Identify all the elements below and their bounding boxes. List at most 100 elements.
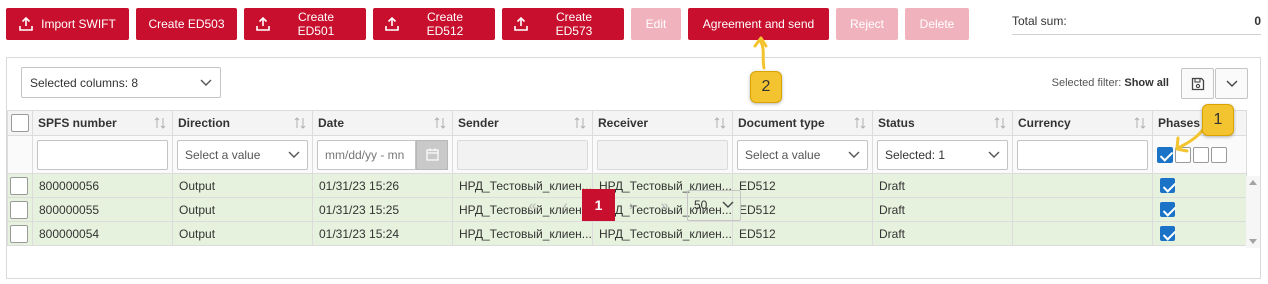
create-ed573-button[interactable]: Create ED573 <box>502 8 624 40</box>
import-swift-label: Import SWIFT <box>41 17 116 31</box>
page-button-current[interactable]: 1 <box>582 189 615 221</box>
last-page-button[interactable]: » <box>648 189 681 221</box>
next-page-button[interactable]: › <box>615 189 648 221</box>
chevron-down-icon <box>200 79 212 86</box>
cell-status: Draft <box>872 173 1013 198</box>
upload-icon <box>19 17 33 31</box>
phase-filter-checkbox-4[interactable] <box>1211 146 1227 163</box>
header-label: Sender <box>458 116 499 130</box>
cell-spfs: 800000055 <box>32 197 173 222</box>
cell-date: 01/31/23 15:26 <box>312 173 453 198</box>
chevron-down-icon <box>288 151 300 158</box>
filter-cell-doctype: Select a value <box>732 135 873 174</box>
status-filter-value: Selected: 1 <box>885 147 946 162</box>
chevron-down-icon <box>848 151 860 158</box>
upload-icon <box>385 17 399 31</box>
header-label: Direction <box>178 116 231 130</box>
cell-currency <box>1012 221 1153 246</box>
date-filter-input[interactable]: mm/dd/yy - mn <box>317 139 416 170</box>
header-label: Status <box>878 116 915 130</box>
edit-button[interactable]: Edit <box>631 8 681 40</box>
reject-button[interactable]: Reject <box>836 8 898 40</box>
sort-icon <box>434 117 446 129</box>
scroll-down-icon[interactable] <box>1249 239 1257 244</box>
date-filter: mm/dd/yy - mn <box>317 139 448 170</box>
filter-cell-status: Selected: 1 <box>872 135 1013 174</box>
delete-label: Delete <box>919 17 955 31</box>
sort-icon <box>714 117 726 129</box>
cell-spfs: 800000056 <box>32 173 173 198</box>
annotation-marker-2: 2 <box>750 71 782 103</box>
first-page-button[interactable]: « <box>516 189 549 221</box>
selected-filter: Selected filter: Show all <box>1052 77 1169 89</box>
cell-currency <box>1012 173 1153 198</box>
create-ed512-button[interactable]: Create ED512 <box>373 8 495 40</box>
header-label: Document type <box>738 116 825 130</box>
sender-filter-input[interactable] <box>457 139 588 170</box>
sort-icon <box>994 117 1006 129</box>
calendar-button[interactable] <box>416 139 448 170</box>
header-label: SPFS number <box>38 116 117 130</box>
row-checkbox[interactable] <box>10 176 28 195</box>
header-receiver[interactable]: Receiver <box>592 110 733 136</box>
filter-cell-empty <box>7 135 33 174</box>
header-date[interactable]: Date <box>312 110 453 136</box>
phase-checkbox[interactable] <box>1160 178 1175 194</box>
header-currency[interactable]: Currency <box>1012 110 1153 136</box>
cell-phases <box>1152 173 1247 198</box>
row-checkbox[interactable] <box>10 224 28 243</box>
header-spfs-number[interactable]: SPFS number <box>32 110 173 136</box>
sort-icon <box>574 117 586 129</box>
cell-phases <box>1152 221 1247 246</box>
chevron-down-icon <box>988 151 1000 158</box>
header-direction[interactable]: Direction <box>172 110 313 136</box>
sort-icon <box>854 117 866 129</box>
create-ed503-label: Create ED503 <box>148 17 225 31</box>
header-sender[interactable]: Sender <box>452 110 593 136</box>
status-filter-select[interactable]: Selected: 1 <box>877 139 1008 170</box>
create-ed501-label: Create ED501 <box>297 10 335 38</box>
vertical-scrollbar[interactable] <box>1246 176 1260 248</box>
save-filter-button[interactable] <box>1181 68 1214 99</box>
annotation-marker-1: 1 <box>1202 104 1234 136</box>
cell-direction: Output <box>172 221 313 246</box>
documents-table: SPFS number Direction Date Sender Receiv… <box>7 110 1247 246</box>
row-select-cell <box>7 221 33 246</box>
phase-checkbox[interactable] <box>1160 226 1175 242</box>
phase-filter-checkbox-1[interactable] <box>1157 146 1173 163</box>
scroll-up-icon[interactable] <box>1249 180 1257 185</box>
header-status[interactable]: Status <box>872 110 1013 136</box>
select-all-cell <box>7 110 33 136</box>
calendar-icon <box>425 148 439 161</box>
cell-status: Draft <box>872 221 1013 246</box>
doctype-filter-select[interactable]: Select a value <box>737 139 868 170</box>
create-ed501-button[interactable]: Create ED501 <box>244 8 366 40</box>
page-size-select[interactable]: 50 <box>687 189 741 221</box>
currency-filter-input[interactable] <box>1017 139 1148 170</box>
total-sum-label: Total sum: <box>1012 14 1067 28</box>
direction-filter-select[interactable]: Select a value <box>177 139 308 170</box>
import-swift-button[interactable]: Import SWIFT <box>6 8 129 40</box>
cell-phases <box>1152 197 1247 222</box>
spfs-filter-input[interactable] <box>37 139 168 170</box>
filter-cell-direction: Select a value <box>172 135 313 174</box>
header-label: Currency <box>1018 116 1071 130</box>
phase-checkbox[interactable] <box>1160 202 1175 218</box>
cell-doctype: ED512 <box>732 173 873 198</box>
filter-cell-receiver <box>592 135 733 174</box>
cell-spfs: 800000054 <box>32 221 173 246</box>
create-ed503-button[interactable]: Create ED503 <box>136 8 237 40</box>
header-document-type[interactable]: Document type <box>732 110 873 136</box>
columns-selector[interactable]: Selected columns: 8 <box>21 67 221 98</box>
delete-button[interactable]: Delete <box>905 8 969 40</box>
page-size-value: 50 <box>694 198 708 212</box>
table-row[interactable]: 800000054 Output 01/31/23 15:24 НРД_Тест… <box>7 221 1247 246</box>
prev-page-button[interactable]: ‹ <box>549 189 582 221</box>
receiver-filter-input[interactable] <box>597 139 728 170</box>
filter-menu-button[interactable] <box>1215 68 1248 99</box>
pagination: « ‹ 1 › » 50 <box>516 189 741 221</box>
select-all-checkbox[interactable] <box>11 114 29 132</box>
create-ed573-label: Create ED573 <box>555 10 593 38</box>
row-checkbox[interactable] <box>10 200 28 219</box>
filter-row: Select a value mm/dd/yy - mn Select a va… <box>7 135 1247 174</box>
